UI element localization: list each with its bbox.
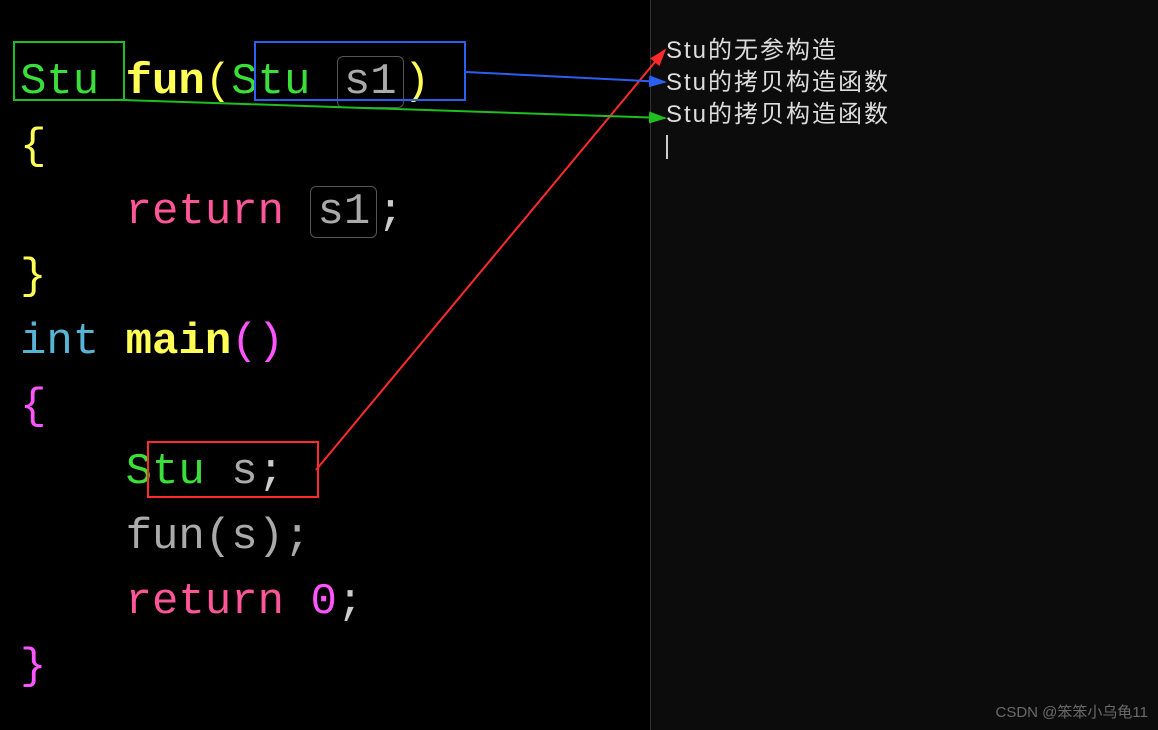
brace-open-main: {: [20, 382, 46, 432]
type-stu: Stu: [126, 447, 205, 497]
code-editor-pane[interactable]: Stu fun(Stu s1) { return s1; } int main(…: [0, 0, 650, 730]
fn-name-fun: fun: [126, 57, 205, 107]
semi-0: ;: [337, 577, 363, 627]
paren-close: ): [404, 57, 430, 107]
code-line-5: int main(): [20, 310, 650, 375]
main-parens: (): [231, 317, 284, 367]
output-line-2: Stu的拷贝构造函数: [666, 67, 1158, 99]
code-line-4: }: [20, 245, 650, 310]
num-0: 0: [310, 577, 336, 627]
call-fun: fun: [126, 512, 205, 562]
semi-s: ;: [258, 447, 284, 497]
kw-return-0: return: [126, 577, 284, 627]
paren-open: (: [205, 57, 231, 107]
kw-return: return: [126, 187, 284, 237]
call-arg: (s);: [205, 512, 311, 562]
var-s1: s1: [310, 186, 377, 238]
code-line-10: }: [20, 635, 650, 700]
param-name-s1: s1: [337, 56, 404, 108]
main-container: Stu fun(Stu s1) { return s1; } int main(…: [0, 0, 1158, 730]
brace-open: {: [20, 122, 46, 172]
code-line-7: Stu s;: [20, 440, 650, 505]
param-type-stu: Stu: [231, 57, 310, 107]
output-cursor: [666, 135, 668, 159]
fn-main: main: [126, 317, 232, 367]
brace-close: }: [20, 252, 46, 302]
code-line-6: {: [20, 375, 650, 440]
code-line-8: fun(s);: [20, 505, 650, 570]
code-line-1: Stu fun(Stu s1): [20, 50, 650, 115]
var-s: s: [231, 447, 257, 497]
output-line-3: Stu的拷贝构造函数: [666, 99, 1158, 131]
output-pane[interactable]: Stu的无参构造 Stu的拷贝构造函数 Stu的拷贝构造函数: [650, 0, 1158, 730]
code-line-3: return s1;: [20, 180, 650, 245]
watermark: CSDN @笨笨小乌龟11: [996, 701, 1148, 722]
brace-close-main: }: [20, 642, 46, 692]
kw-int: int: [20, 317, 99, 367]
code-line-2: {: [20, 115, 650, 180]
return-type-stu: Stu: [20, 57, 99, 107]
code-line-9: return 0;: [20, 570, 650, 635]
output-line-1: Stu的无参构造: [666, 35, 1158, 67]
semi: ;: [377, 187, 403, 237]
